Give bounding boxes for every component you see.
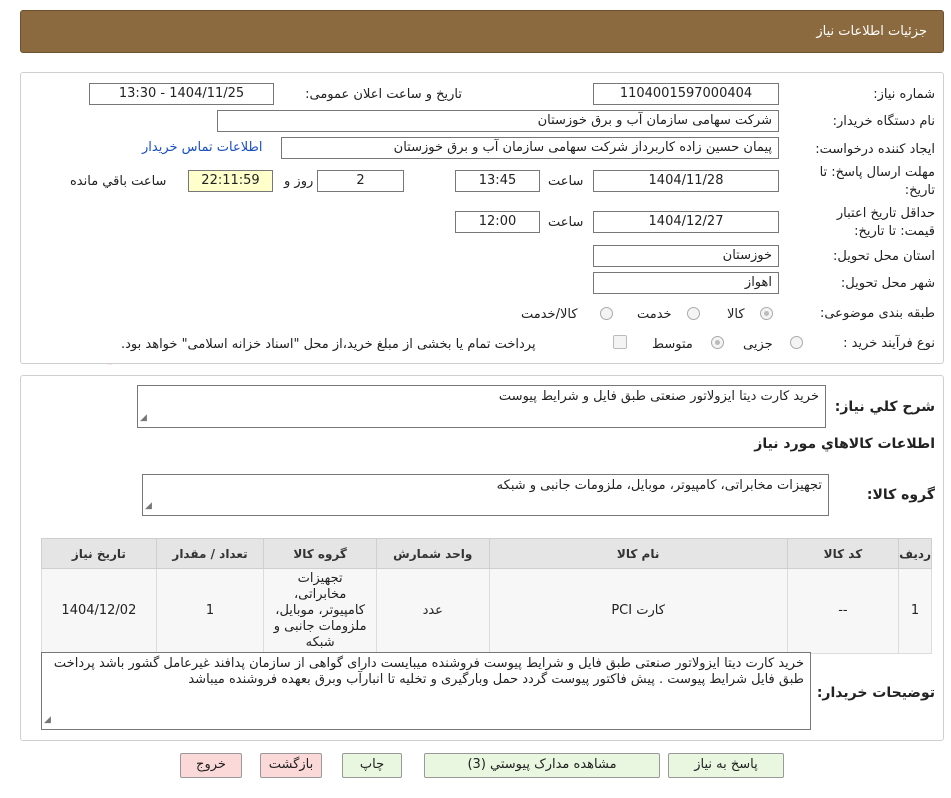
creator-field: پیمان حسین زاده کاربرداز شرکت سهامی سازم… [281, 137, 779, 159]
remaining-label: ساعت باقي مانده [70, 174, 167, 189]
remaining-days-field: 2 [317, 170, 404, 192]
col-row: رديف [898, 538, 932, 569]
print-button[interactable]: چاپ [342, 753, 402, 778]
col-code: کد کالا [786, 538, 900, 569]
resize-grip-icon[interactable]: ◢ [44, 712, 51, 728]
deadline-date-field: 1404/11/28 [593, 170, 779, 192]
cell-group: تجهیزات مخابراتی، کامپیوتر، موبایل، ملزو… [263, 568, 377, 654]
treasury-payment-note: پرداخت تمام یا بخشی از مبلغ خرید،از محل … [121, 337, 536, 352]
buyer-contact-link[interactable]: اطلاعات تماس خریدار [142, 140, 262, 155]
remaining-time-field: 22:11:59 [188, 170, 273, 192]
buyer-notes-label: توضیحات خریدار: [816, 685, 935, 701]
cell-code: -- [786, 568, 900, 654]
province-field: خوزستان [593, 245, 779, 267]
category-option-service: خدمت [637, 307, 672, 322]
items-table: رديف کد کالا نام کالا واحد شمارش گروه کا… [41, 538, 932, 654]
goods-group-textarea: تجهیزات مخابراتی، کامپیوتر، موبایل، ملزو… [142, 474, 829, 516]
process-label: نوع فرآیند خرید : [843, 336, 935, 351]
cell-date: 1404/12/02 [41, 568, 157, 654]
buyer-org-label: نام دستگاه خریدار: [832, 114, 935, 129]
category-radio-goods-service[interactable] [600, 307, 613, 320]
validity-label-2: قیمت: تا تاریخ: [854, 224, 935, 239]
goods-group-text: تجهیزات مخابراتی، کامپیوتر، موبایل، ملزو… [496, 478, 822, 493]
buyer-org-field: شرکت سهامی سازمان آب و برق خوزستان [217, 110, 779, 132]
validity-time-field: 12:00 [455, 211, 540, 233]
process-option-minor: جزیی [743, 337, 773, 352]
back-button[interactable]: بازگشت [260, 753, 322, 778]
cell-qty: 1 [155, 568, 265, 654]
need-number-label: شماره نیاز: [873, 87, 935, 102]
buyer-notes-text: خرید کارت دیتا ایزولاتور صنعتی طبق فایل … [53, 656, 804, 687]
col-date: تاریخ نیاز [41, 538, 157, 569]
city-label: شهر محل تحویل: [840, 276, 935, 291]
deadline-label-2: تاریخ: [904, 183, 935, 198]
items-table-header: رديف کد کالا نام کالا واحد شمارش گروه کا… [41, 538, 932, 569]
deadline-time-field: 13:45 [455, 170, 540, 192]
summary-textarea: خرید کارت دیتا ایزولاتور صنعتی طبق فایل … [137, 385, 826, 428]
announce-datetime-label: تاریخ و ساعت اعلان عمومی: [305, 87, 462, 102]
validity-label: حداقل تاریخ اعتبار [836, 206, 935, 221]
process-radio-minor[interactable] [790, 336, 803, 349]
summary-text: خرید کارت دیتا ایزولاتور صنعتی طبق فایل … [498, 389, 819, 404]
category-option-goods: کالا [727, 307, 745, 322]
need-number-field: 1104001597000404 [593, 83, 779, 105]
exit-button[interactable]: خروج [180, 753, 242, 778]
page-title: جزئیات اطلاعات نیاز [816, 24, 927, 39]
deadline-label: مهلت ارسال پاسخ: تا [819, 165, 935, 180]
category-radio-service[interactable] [687, 307, 700, 320]
process-option-medium: متوسط [652, 337, 693, 352]
validity-time-label: ساعت [548, 215, 584, 230]
cell-name: کارت PCI [488, 568, 788, 654]
days-label: روز و [284, 174, 314, 189]
cell-unit: عدد [375, 568, 490, 654]
goods-section-title: اطلاعات کالاهاي مورد نياز [754, 436, 935, 452]
validity-date-field: 1404/12/27 [593, 211, 779, 233]
process-radio-medium[interactable] [711, 336, 724, 349]
category-label: طبقه بندی موضوعی: [819, 306, 935, 321]
buyer-notes-textarea: خرید کارت دیتا ایزولاتور صنعتی طبق فایل … [41, 652, 811, 730]
col-unit: واحد شمارش [375, 538, 490, 569]
col-group: گروه کالا [263, 538, 377, 569]
goods-group-label: گروه کالا: [866, 487, 935, 503]
deadline-time-label: ساعت [548, 174, 584, 189]
table-row: 1 -- کارت PCI عدد تجهیزات مخابراتی، کامپ… [41, 568, 932, 654]
view-attachments-button[interactable]: مشاهده مدارک پیوستي (3) [424, 753, 660, 778]
province-label: استان محل تحویل: [833, 249, 935, 264]
category-radio-goods[interactable] [760, 307, 773, 320]
page-header: جزئیات اطلاعات نیاز [20, 10, 944, 53]
reply-button[interactable]: پاسخ به نیاز [668, 753, 784, 778]
city-field: اهواز [593, 272, 779, 294]
col-name: نام کالا [488, 538, 788, 569]
resize-grip-icon[interactable]: ◢ [145, 498, 152, 514]
col-qty: تعداد / مقدار [155, 538, 265, 569]
announce-datetime-field: 1404/11/25 - 13:30 [89, 83, 274, 105]
cell-row: 1 [898, 568, 932, 654]
category-option-goods-service: کالا/خدمت [521, 307, 578, 322]
summary-label: شرح کلي نياز: [834, 399, 935, 415]
resize-grip-icon[interactable]: ◢ [140, 410, 147, 426]
treasury-payment-checkbox[interactable] [613, 335, 627, 349]
creator-label: ایجاد کننده درخواست: [815, 142, 935, 157]
